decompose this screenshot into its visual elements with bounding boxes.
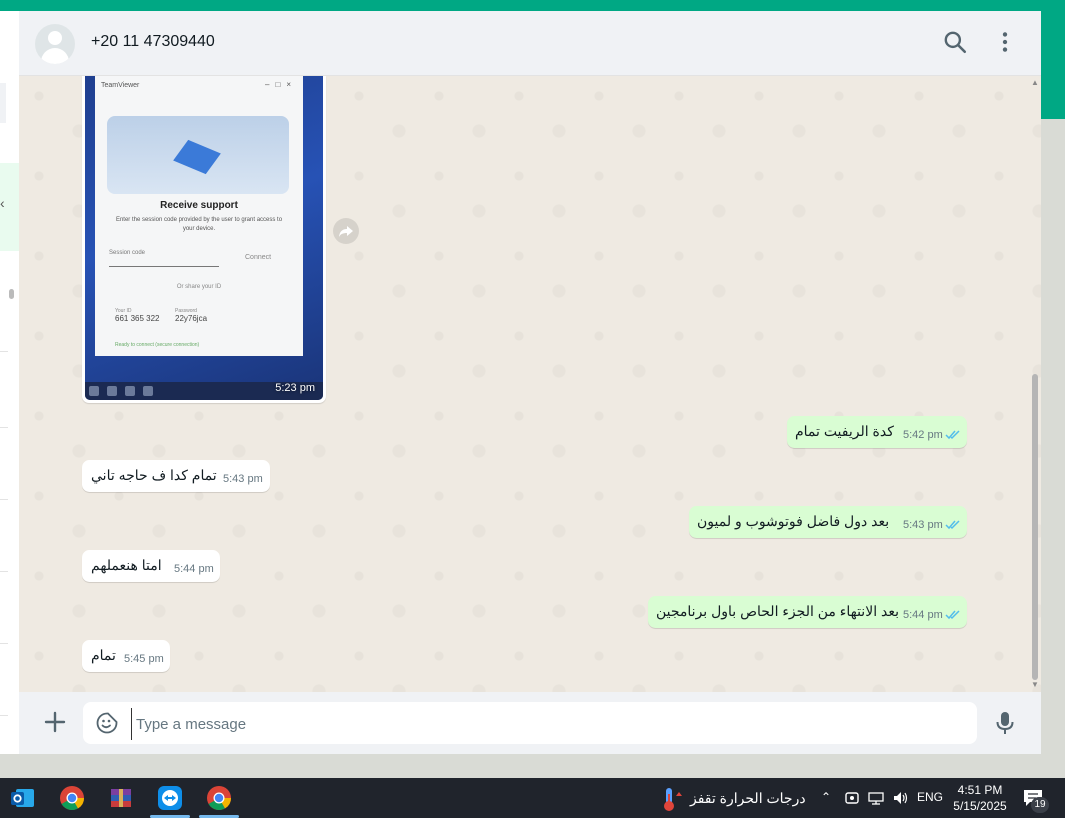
message-time: 5:44 pm (903, 609, 943, 621)
message-text: كدة الريفيت تمام (795, 423, 894, 439)
chat-scrollbar[interactable]: ▲ ▼ (1029, 76, 1041, 692)
window-controls-icon: –□× (265, 80, 297, 89)
photo-note: Ready to connect (secure connection) (115, 342, 200, 348)
right-accent-band (1041, 11, 1065, 119)
scrollbar-thumb[interactable] (1032, 374, 1038, 680)
message-text: تمام (91, 647, 116, 663)
message-bubble-incoming[interactable]: تمام كدا ف حاجه تاني 5:43 pm (82, 460, 270, 492)
attach-plus-icon[interactable] (41, 708, 69, 736)
clock-time: 4:51 PM (957, 783, 1003, 797)
chrome-icon[interactable] (57, 783, 87, 813)
photo-title: Receive support (160, 200, 238, 211)
message-text: تمام كدا ف حاجه تاني (91, 467, 217, 483)
photo-button: Connect (245, 254, 272, 261)
chat-window: +20 11 47309440 TeamViewer –□× Receive s… (19, 11, 1041, 754)
outlook-icon[interactable] (8, 783, 38, 813)
message-text: بعد الانتهاء من الجزء الحاص باول برنامجي… (656, 603, 899, 619)
right-background (1041, 119, 1065, 776)
message-time: 5:45 pm (124, 653, 164, 665)
microphone-icon[interactable] (993, 710, 1017, 736)
message-list[interactable]: TeamViewer –□× Receive support Enter the… (19, 76, 1041, 692)
volume-icon[interactable] (892, 790, 908, 806)
windows-taskbar: درجات الحرارة تقفز ⌃ ENG 4:51 PM 5/15/20… (0, 778, 1065, 818)
search-icon[interactable] (942, 29, 968, 55)
forward-icon[interactable] (333, 218, 359, 244)
teamviewer-icon (158, 786, 182, 810)
photo-hero-graphic (107, 116, 289, 194)
message-time: 5:44 pm (174, 563, 214, 575)
message-bubble-outgoing[interactable]: كدة الريفيت تمام 5:42 pm (787, 416, 967, 448)
avatar[interactable] (35, 24, 75, 64)
scroll-up-icon[interactable]: ▲ (1031, 78, 1039, 87)
tray-expand-icon[interactable]: ⌃ (821, 790, 831, 804)
message-time: 5:43 pm (903, 519, 943, 531)
photo-thumbnail[interactable]: TeamViewer –□× Receive support Enter the… (85, 76, 323, 400)
sticker-icon[interactable] (95, 711, 119, 735)
photo-field: Session code (109, 250, 219, 267)
message-input-box (83, 702, 977, 744)
clock-date: 5/15/2025 (953, 799, 1007, 813)
read-ticks-icon (945, 610, 960, 620)
network-icon[interactable] (868, 790, 884, 806)
chrome-icon (207, 786, 231, 811)
message-input[interactable] (131, 708, 958, 740)
message-text: امتا هنعملهم (91, 557, 162, 573)
read-ticks-icon (945, 520, 960, 530)
chat-header: +20 11 47309440 (19, 11, 1041, 76)
read-ticks-icon (945, 430, 960, 440)
message-bubble-outgoing[interactable]: بعد دول فاضل فوتوشوب و لميون 5:43 pm (689, 506, 967, 538)
photo-screen-content: TeamViewer –□× Receive support Enter the… (95, 76, 303, 356)
contact-name[interactable]: +20 11 47309440 (91, 33, 215, 51)
image-message[interactable]: TeamViewer –□× Receive support Enter the… (82, 76, 326, 403)
composer (19, 692, 1041, 754)
menu-dots-icon[interactable] (992, 29, 1018, 55)
search-box-edge[interactable] (0, 83, 6, 123)
photo-share: Or share your ID (176, 284, 222, 290)
message-bubble-incoming[interactable]: تمام 5:45 pm (82, 640, 170, 672)
scroll-down-icon[interactable]: ▼ (1031, 680, 1039, 689)
teamviewer-app[interactable] (150, 783, 190, 818)
thermometer-icon[interactable] (660, 786, 682, 812)
photo-description: Enter the session code provided by the u… (115, 217, 283, 232)
winrar-icon[interactable] (106, 783, 136, 813)
weather-text[interactable]: درجات الحرارة تقفز (690, 790, 806, 807)
clock[interactable]: 4:51 PM 5/15/2025 (945, 782, 1015, 814)
message-text: بعد دول فاضل فوتوشوب و لميون (697, 513, 890, 529)
language-indicator[interactable]: ENG (917, 790, 943, 804)
message-bubble-outgoing[interactable]: بعد الانتهاء من الجزء الحاص باول برنامجي… (648, 596, 967, 628)
message-bubble-incoming[interactable]: امتا هنعملهم 5:44 pm (82, 550, 220, 582)
photo-id: Your ID 661 365 322 (115, 308, 160, 323)
meet-now-icon[interactable] (844, 790, 860, 806)
photo-password: Password 22y76jca (175, 308, 208, 323)
chevron-icon: ‹ (0, 195, 5, 211)
photo-app-name: TeamViewer (101, 82, 140, 89)
message-time: 5:43 pm (223, 473, 263, 485)
message-time: 5:23 pm (275, 382, 315, 394)
chat-list-scrollbar[interactable] (7, 257, 17, 757)
message-time: 5:42 pm (903, 429, 943, 441)
top-accent-band (0, 0, 1065, 11)
notification-badge: 19 (1031, 797, 1049, 813)
chat-list-panel-edge: ‹ (0, 11, 20, 754)
chrome-app[interactable] (199, 783, 239, 818)
